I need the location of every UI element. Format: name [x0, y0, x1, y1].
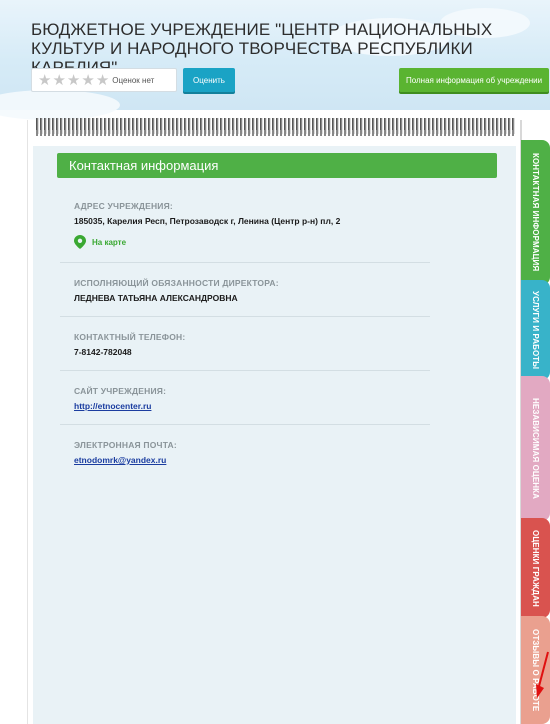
map-pin-icon: [74, 235, 86, 249]
star-icon[interactable]: ★: [38, 72, 51, 88]
divider: [60, 370, 430, 371]
notebook-page: [33, 146, 516, 724]
email-field: ЭЛЕКТРОННАЯ ПОЧТА: etnodomrk@yandex.ru: [74, 440, 430, 468]
section-title-contact: Контактная информация: [57, 153, 497, 178]
tab-independent-assessment-label: НЕЗАВИСИМАЯ ОЦЕНКА: [531, 397, 540, 499]
phone-label: КОНТАКТНЫЙ ТЕЛЕФОН:: [74, 332, 186, 342]
rating-stars[interactable]: ★ ★ ★ ★ ★: [38, 72, 109, 88]
star-icon[interactable]: ★: [96, 72, 109, 88]
phone-value: 7-8142-782048: [74, 347, 132, 357]
cloud-decoration: [0, 90, 120, 120]
email-label: ЭЛЕКТРОННАЯ ПОЧТА:: [74, 440, 177, 450]
map-link-label[interactable]: На карте: [92, 238, 126, 247]
spiral-holes: [36, 130, 516, 136]
site-field: САЙТ УЧРЕЖДЕНИЯ: http://etnocenter.ru: [74, 386, 430, 414]
tab-citizen-ratings-label: ОЦЕНКИ ГРАЖДАН: [531, 529, 540, 607]
divider: [60, 262, 430, 263]
tab-citizen-ratings[interactable]: ОЦЕНКИ ГРАЖДАН: [521, 518, 550, 618]
star-icon[interactable]: ★: [67, 72, 80, 88]
red-arrow-annotation: [536, 651, 549, 698]
address-label: АДРЕС УЧРЕЖДЕНИЯ:: [74, 201, 173, 211]
site-link[interactable]: http://etnocenter.ru: [74, 401, 151, 411]
star-icon[interactable]: ★: [81, 72, 94, 88]
phone-field: КОНТАКТНЫЙ ТЕЛЕФОН: 7-8142-782048: [74, 332, 430, 357]
director-value: ЛЕДНЕВА ТАТЬЯНА АЛЕКСАНДРОВНА: [74, 293, 238, 303]
divider: [60, 424, 430, 425]
tab-contact-info[interactable]: КОНТАКТНАЯ ИНФОРМАЦИЯ: [521, 140, 550, 285]
full-info-button[interactable]: Полная информация об учреждении: [399, 68, 549, 92]
rate-button[interactable]: Оценить: [183, 68, 235, 92]
side-tabs: КОНТАКТНАЯ ИНФОРМАЦИЯ УСЛУГИ И РАБОТЫ НЕ…: [521, 140, 550, 724]
director-label: ИСПОЛНЯЮЩИЙ ОБЯЗАННОСТИ ДИРЕКТОРА:: [74, 278, 279, 288]
address-field: АДРЕС УЧРЕЖДЕНИЯ: 185035, Карелия Респ, …: [74, 201, 430, 226]
tab-independent-assessment[interactable]: НЕЗАВИСИМАЯ ОЦЕНКА: [521, 376, 550, 521]
site-label: САЙТ УЧРЕЖДЕНИЯ:: [74, 386, 167, 396]
address-value: 185035, Карелия Респ, Петрозаводск г, Ле…: [74, 216, 341, 226]
rating-widget[interactable]: ★ ★ ★ ★ ★ Оценок нет: [31, 68, 177, 92]
rating-count-text: Оценок нет: [112, 75, 155, 85]
divider: [60, 316, 430, 317]
email-link[interactable]: etnodomrk@yandex.ru: [74, 455, 166, 465]
tab-services[interactable]: УСЛУГИ И РАБОТЫ: [521, 280, 550, 380]
map-link[interactable]: На карте: [74, 235, 126, 249]
tab-contact-info-label: КОНТАКТНАЯ ИНФОРМАЦИЯ: [531, 153, 540, 272]
director-field: ИСПОЛНЯЮЩИЙ ОБЯЗАННОСТИ ДИРЕКТОРА: ЛЕДНЕ…: [74, 278, 430, 303]
star-icon[interactable]: ★: [52, 72, 65, 88]
tab-services-label: УСЛУГИ И РАБОТЫ: [531, 290, 540, 370]
